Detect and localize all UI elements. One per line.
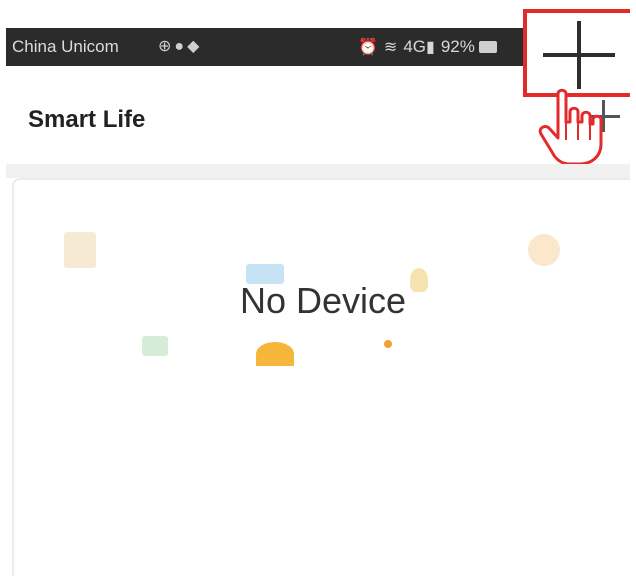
hand-pointer-icon: [538, 88, 603, 166]
carrier-label: China Unicom: [12, 37, 119, 56]
bulb-illustration-icon: [410, 268, 428, 292]
alarm-icon: ⏰: [358, 39, 378, 56]
device-illustration-icon: [256, 342, 294, 366]
wifi-icon: ≋: [383, 39, 398, 56]
plus-icon[interactable]: [541, 19, 617, 91]
globe-icon: ⊕: [158, 38, 175, 55]
device-illustration-icon: [142, 336, 168, 356]
phone-screen: China Unicom ⊕●◆ ⏰ ≋ 4G▮ 92% Smart Life No …: [6, 6, 630, 576]
page-title: Smart Life: [28, 106, 146, 133]
notification-icon: ◆: [187, 38, 203, 55]
empty-state-text: No Device: [239, 280, 407, 321]
device-illustration-icon: [64, 232, 96, 268]
status-right-group: ⏰ ≋ 4G▮ 92%: [358, 37, 497, 57]
add-device-callout[interactable]: [523, 9, 630, 97]
wechat-icon: ●: [174, 38, 188, 55]
battery-percent: 92%: [440, 37, 475, 56]
device-illustration-icon: [384, 340, 392, 348]
battery-icon: [478, 41, 497, 53]
device-illustration-icon: [246, 264, 284, 284]
status-left-icons: ⊕●◆: [158, 36, 202, 56]
header-divider: [6, 164, 630, 178]
network-type: 4G: [403, 37, 427, 56]
signal-icon: ▮: [426, 39, 435, 56]
device-illustration-icon: [528, 234, 560, 266]
